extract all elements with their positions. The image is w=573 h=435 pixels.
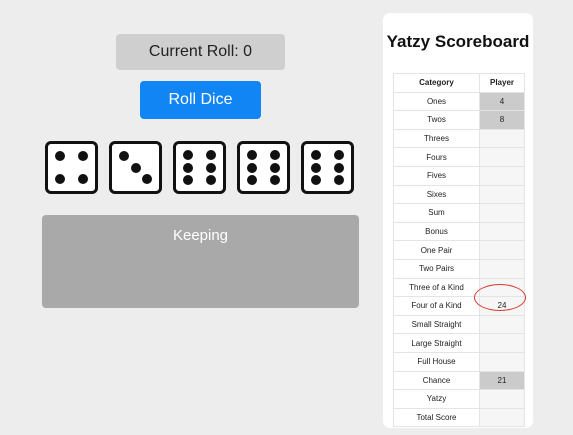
player-score-cell[interactable] xyxy=(479,277,525,298)
score-row: Chance 21 xyxy=(393,370,525,391)
score-row: Sum xyxy=(393,203,525,223)
score-row: Sixes xyxy=(393,184,525,205)
die-pip xyxy=(55,151,66,162)
player-score-cell[interactable]: 24 xyxy=(479,296,525,316)
score-row: Twos 8 xyxy=(393,110,525,130)
score-row: Threes xyxy=(393,128,525,149)
scoreboard-panel: Yatzy Scoreboard Category Player Ones 4 Tw… xyxy=(383,13,533,428)
category-label: Sixes xyxy=(393,184,480,205)
score-row: Small Straight xyxy=(393,314,525,335)
score-row: Yatzy xyxy=(393,389,525,409)
die-pip xyxy=(247,174,258,185)
score-row: Three of a Kind xyxy=(393,277,525,298)
score-row: Large Straight xyxy=(393,333,525,353)
die-3[interactable] xyxy=(173,141,226,194)
die-pip xyxy=(77,151,88,162)
category-label: Large Straight xyxy=(393,333,480,353)
player-score-cell[interactable] xyxy=(479,314,525,335)
score-row: Total Score xyxy=(393,407,525,428)
roll-dice-button[interactable]: Roll Dice xyxy=(140,81,261,119)
category-label: Yatzy xyxy=(393,389,480,409)
die-pip xyxy=(205,162,216,173)
player-score-cell[interactable] xyxy=(479,240,525,260)
category-label: Sum xyxy=(393,203,480,223)
category-label: Two Pairs xyxy=(393,258,480,279)
die-pip xyxy=(333,174,344,185)
player-score-cell[interactable] xyxy=(479,351,525,372)
category-label: Full House xyxy=(393,351,480,372)
die-pip xyxy=(333,162,344,173)
category-label: Twos xyxy=(393,110,480,130)
category-header: Category xyxy=(393,73,480,93)
scoreboard-title: Yatzy Scoreboard xyxy=(386,32,530,51)
player-score-cell[interactable] xyxy=(479,407,525,428)
player-score-cell[interactable]: 4 xyxy=(479,91,525,112)
player-score-cell[interactable] xyxy=(479,389,525,409)
die-pip xyxy=(269,162,280,173)
score-table-header: Category Player xyxy=(393,73,525,93)
die-4[interactable] xyxy=(237,141,290,194)
die-pip xyxy=(183,150,194,161)
player-score-cell[interactable] xyxy=(479,184,525,205)
keeping-label: Keeping xyxy=(172,227,229,244)
player-score-cell[interactable] xyxy=(479,128,525,149)
category-label: One Pair xyxy=(393,240,480,260)
score-table: Category Player Ones 4 Twos 8 Threes Fours Fiv… xyxy=(393,73,525,428)
die-pip xyxy=(311,162,322,173)
die-pip xyxy=(205,174,216,185)
category-label: Four of a Kind xyxy=(393,296,480,316)
die-pip xyxy=(119,151,130,162)
category-label: Chance xyxy=(393,370,480,391)
category-label: Fives xyxy=(393,165,480,186)
die-1[interactable] xyxy=(45,141,98,194)
score-row: Two Pairs xyxy=(393,258,525,279)
die-pip xyxy=(269,174,280,185)
die-pip xyxy=(311,174,322,185)
die-2[interactable] xyxy=(109,141,162,194)
player-score-cell[interactable] xyxy=(479,221,525,242)
player-score-cell[interactable] xyxy=(479,203,525,223)
player-score-cell[interactable]: 21 xyxy=(479,370,525,391)
die-pip xyxy=(269,150,280,161)
die-pip xyxy=(141,173,152,184)
score-row: Ones 4 xyxy=(393,91,525,112)
die-pip xyxy=(311,150,322,161)
score-row: Fives xyxy=(393,165,525,186)
die-pip xyxy=(247,162,258,173)
score-row: Bonus xyxy=(393,221,525,242)
die-pip xyxy=(205,150,216,161)
yatzy-app: Current Roll: 0 Roll Dice Keeping Yatzy … xyxy=(0,0,573,435)
die-pip xyxy=(247,150,258,161)
die-pip xyxy=(130,162,141,173)
player-score-cell[interactable] xyxy=(479,258,525,279)
category-label: Small Straight xyxy=(393,314,480,335)
die-pip xyxy=(183,162,194,173)
keeping-area[interactable]: Keeping xyxy=(42,215,359,308)
dice-row xyxy=(45,141,365,197)
player-score-cell[interactable]: 8 xyxy=(479,110,525,130)
category-label: Three of a Kind xyxy=(393,277,480,298)
die-5[interactable] xyxy=(301,141,354,194)
category-label: Bonus xyxy=(393,221,480,242)
die-pip xyxy=(55,173,66,184)
player-score-cell[interactable] xyxy=(479,165,525,186)
score-row: One Pair xyxy=(393,240,525,260)
category-label: Fours xyxy=(393,147,480,167)
die-pip xyxy=(183,174,194,185)
category-label: Threes xyxy=(393,128,480,149)
score-row: Full House xyxy=(393,351,525,372)
player-score-cell[interactable] xyxy=(479,147,525,167)
score-row: Fours xyxy=(393,147,525,167)
player-score-cell[interactable] xyxy=(479,333,525,353)
die-pip xyxy=(333,150,344,161)
score-row: Four of a Kind 24 xyxy=(393,296,525,316)
current-roll-counter: Current Roll: 0 xyxy=(116,34,285,70)
player-header: Player xyxy=(479,73,525,93)
category-label: Total Score xyxy=(393,407,480,428)
die-pip xyxy=(77,173,88,184)
category-label: Ones xyxy=(393,91,480,112)
